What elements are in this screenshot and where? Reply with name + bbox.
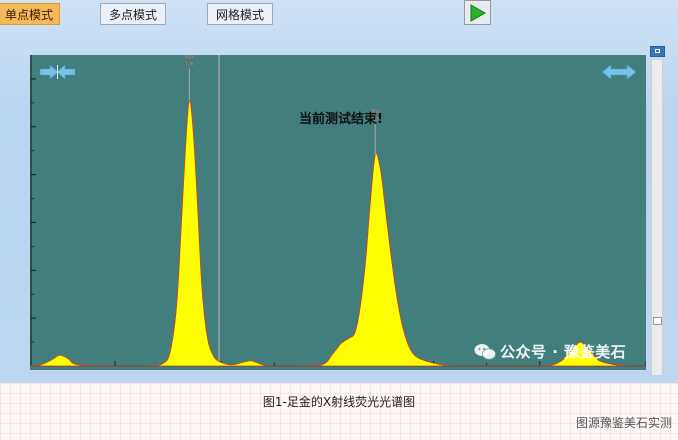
single-point-mode-button[interactable]: 单点模式 [0, 3, 60, 25]
restore-panel-button[interactable] [650, 46, 665, 57]
start-test-button[interactable] [464, 0, 491, 25]
peak-line-label: La [186, 59, 194, 67]
x-axis-element-label: Co [38, 369, 47, 370]
spectrum-chart: 024681012(10^3)90010001100120013001400Co… [4, 52, 655, 381]
vertical-scrollbar[interactable] [651, 60, 663, 375]
figure-caption: 图1-足金的X射线荧光光谱图 [262, 395, 416, 409]
multi-point-mode-button[interactable]: 多点模式 [100, 3, 166, 25]
caption-area [0, 383, 678, 440]
spectrum-app-window: 单点模式 多点模式 网格模式 024681012(10^3)9001000110… [0, 0, 678, 383]
scrollbar-thumb[interactable] [653, 317, 662, 325]
arrows-inward-icon[interactable] [39, 64, 76, 80]
play-icon [470, 4, 486, 22]
spectrum-area [29, 99, 646, 367]
watermark-text: 公众号 · 豫鉴美石 [500, 343, 627, 361]
spectrum-plot-panel: 024681012(10^3)90010001100120013001400Co… [4, 52, 655, 381]
grid-mode-button[interactable]: 网格模式 [207, 3, 273, 25]
source-note: 图源豫鉴美石实测 [575, 416, 672, 430]
arrows-outward-icon[interactable] [601, 64, 637, 80]
status-message: 当前测试结束! [299, 111, 383, 127]
wechat-icon [474, 344, 496, 360]
